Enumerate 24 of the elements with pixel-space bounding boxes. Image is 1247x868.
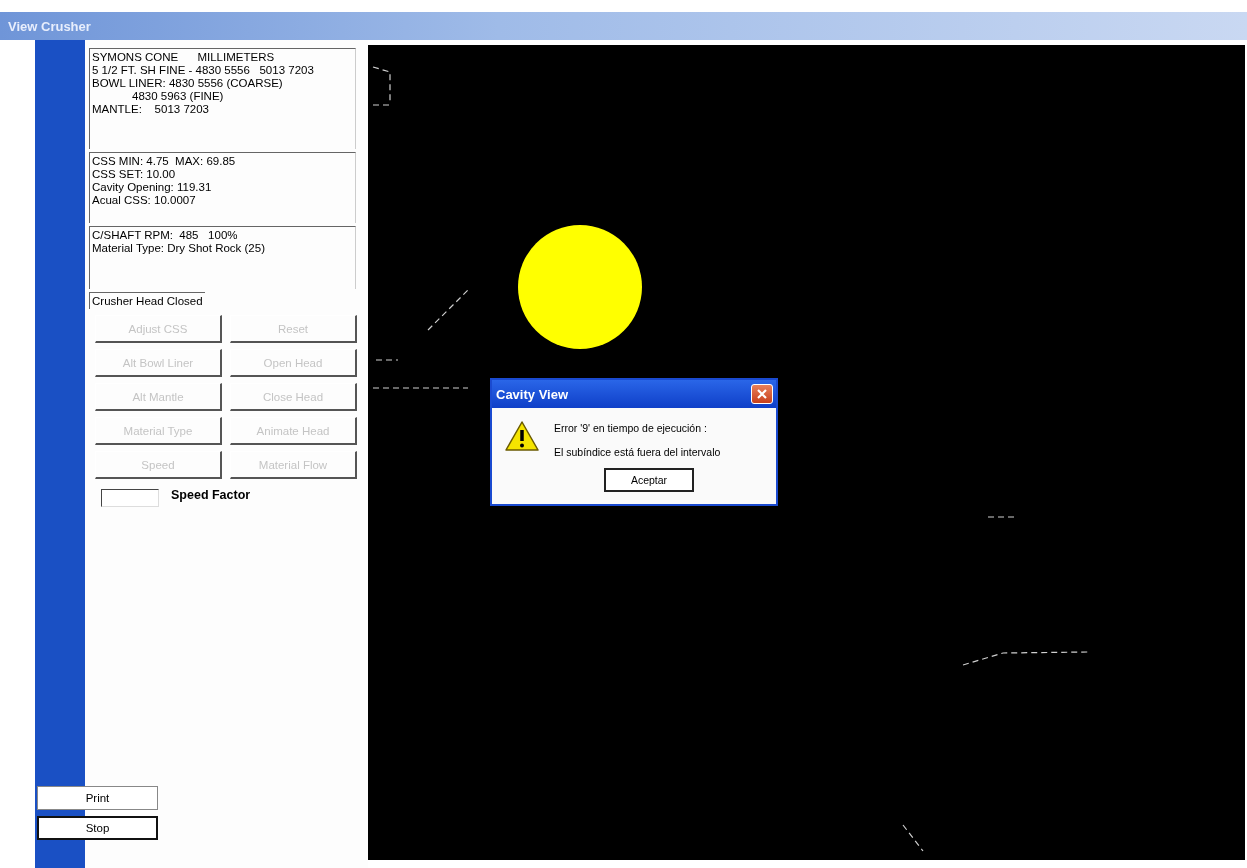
info-text: 4830 5963 (FINE) xyxy=(131,90,224,103)
info-text: CSS MIN: 4.75 MAX: 69.85 xyxy=(92,155,236,168)
info-text: Cavity Opening: 119.31 xyxy=(92,181,212,194)
info-text: Material Type: Dry Shot Rock (25) xyxy=(92,242,265,255)
info-text: Acual CSS: 10.0007 xyxy=(92,194,196,207)
info-text: BOWL LINER: 4830 5556 (COARSE) xyxy=(92,77,283,90)
action-button[interactable]: Stop xyxy=(37,816,158,840)
error-message: Error '9' en tiempo de ejecución : xyxy=(554,422,708,434)
dialog-title: Cavity View xyxy=(496,386,569,402)
action-button[interactable]: Print xyxy=(37,786,158,810)
speed-factor-label: Speed Factor xyxy=(171,488,251,502)
info-text: C/SHAFT RPM: 485 100% xyxy=(92,229,238,242)
info-text: 5 1/2 FT. SH FINE - 4830 5556 5013 7203 xyxy=(92,64,314,77)
warning-icon xyxy=(504,420,540,452)
speed-factor-field[interactable] xyxy=(101,489,159,507)
window-title: View Crusher xyxy=(8,18,91,34)
info-text: MANTLE: 5013 7203 xyxy=(92,103,209,116)
status-text: Crusher Head Closed xyxy=(89,292,205,309)
error-message: El subíndice está fuera del intervalo xyxy=(554,446,721,458)
close-button[interactable] xyxy=(751,384,773,404)
info-text: CSS SET: 10.00 xyxy=(92,168,176,181)
info-text: SYMONS CONE MILLIMETERS xyxy=(92,51,275,64)
accept-button[interactable]: Aceptar xyxy=(604,468,694,492)
close-icon xyxy=(756,388,768,400)
